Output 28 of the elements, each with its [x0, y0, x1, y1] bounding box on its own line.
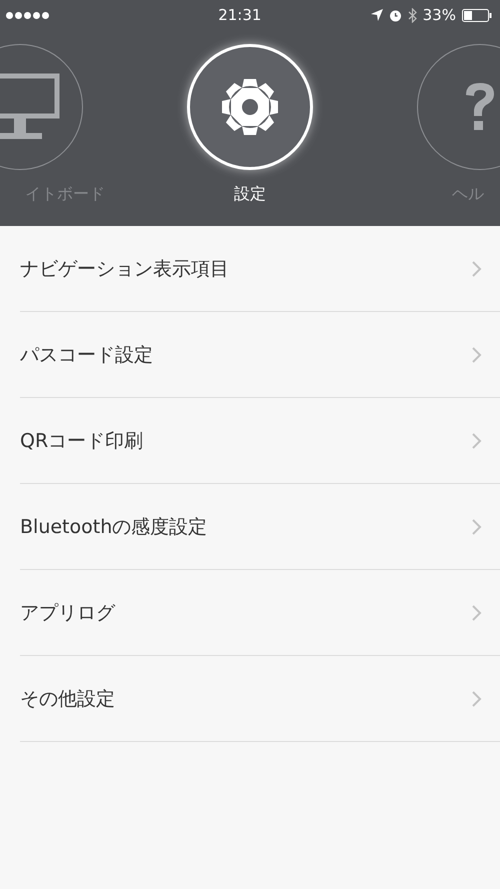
menu-item[interactable]: QRコード印刷	[20, 398, 500, 484]
menu-item-label: Bluetoothの感度設定	[20, 514, 208, 540]
chevron-right-icon	[472, 518, 482, 534]
menu-item-label: その他設定	[20, 686, 115, 712]
menu-item[interactable]: ナビゲーション表示項目	[20, 226, 500, 312]
status-time: 21:31	[218, 6, 262, 24]
chevron-right-icon	[472, 346, 482, 362]
menu-item[interactable]: その他設定	[20, 656, 500, 742]
location-arrow-icon	[370, 9, 383, 21]
bluetooth-icon	[408, 8, 417, 22]
menu-item-label: パスコード設定	[20, 342, 153, 368]
chevron-right-icon	[472, 260, 482, 276]
chevron-right-icon	[472, 604, 482, 620]
chevron-right-icon	[472, 432, 482, 448]
battery-percent: 33%	[422, 6, 456, 24]
settings-icon	[221, 78, 279, 136]
menu-item-label: QRコード印刷	[20, 428, 144, 454]
menu-item-label: ナビゲーション表示項目	[20, 256, 229, 282]
monitor-icon	[0, 73, 60, 141]
menu-item-label: アプリログ	[20, 600, 115, 626]
chevron-right-icon	[472, 690, 482, 706]
alarm-clock-icon	[388, 8, 402, 22]
carousel-label: 設定	[234, 184, 266, 205]
menu-item[interactable]: Bluetoothの感度設定	[20, 484, 500, 570]
menu-item[interactable]: アプリログ	[20, 570, 500, 656]
battery-icon	[462, 8, 492, 22]
menu-item[interactable]: パスコード設定	[20, 312, 500, 398]
signal-icon	[6, 12, 49, 18]
